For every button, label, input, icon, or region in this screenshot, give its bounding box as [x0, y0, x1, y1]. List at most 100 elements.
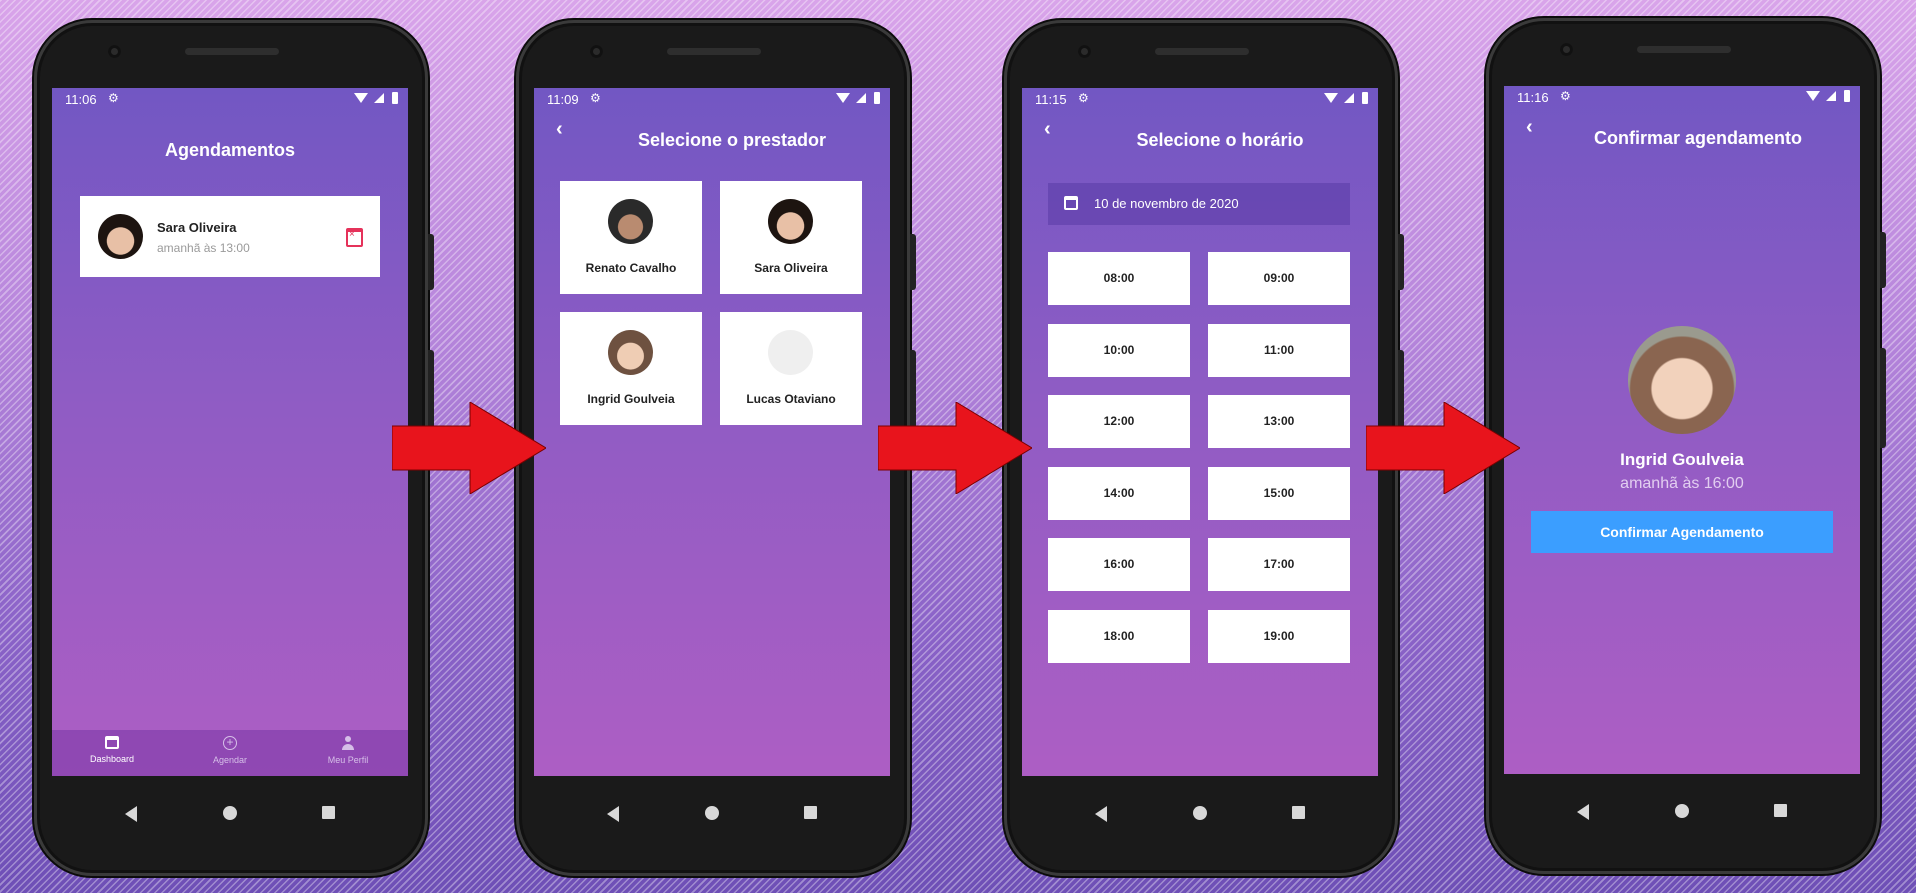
selected-date: 10 de novembro de 2020 — [1094, 196, 1239, 211]
appointment-card[interactable]: Sara Oliveira amanhã às 13:00 × — [80, 196, 380, 277]
screen-provider-select: 11:09 ⚙ ‹ Selecione o prestador Renato C… — [534, 88, 890, 776]
system-home-icon[interactable] — [705, 806, 719, 820]
front-camera — [590, 45, 603, 58]
avatar — [608, 199, 653, 244]
system-recents-icon[interactable] — [322, 806, 335, 819]
back-chevron-icon[interactable]: ‹ — [1044, 118, 1051, 141]
person-icon — [341, 736, 355, 750]
system-back-icon[interactable] — [125, 806, 137, 822]
hour-button[interactable]: 10:00 — [1048, 323, 1190, 377]
settings-gear-icon: ⚙ — [1078, 91, 1089, 105]
status-time: 11:06 — [65, 92, 97, 107]
back-chevron-icon[interactable]: ‹ — [1526, 116, 1533, 139]
hour-button[interactable]: 13:00 — [1208, 395, 1350, 448]
system-home-icon[interactable] — [1675, 804, 1689, 818]
page-title: Confirmar agendamento — [1593, 128, 1803, 148]
wifi-icon — [836, 93, 850, 103]
status-bar: 11:16 ⚙ — [1504, 86, 1860, 108]
power-button — [428, 234, 434, 290]
calendar-icon — [105, 736, 119, 749]
battery-icon — [874, 92, 880, 104]
battery-icon — [392, 92, 398, 104]
signal-icon — [374, 93, 384, 103]
system-home-icon[interactable] — [223, 806, 237, 820]
flow-arrow-icon — [392, 402, 546, 494]
page-title: Selecione o prestador — [637, 130, 827, 150]
provider-name: Lucas Otaviano — [746, 392, 836, 406]
status-bar: 11:15 ⚙ — [1022, 88, 1378, 110]
flow-arrow-icon — [878, 402, 1032, 494]
hour-button[interactable]: 17:00 — [1208, 538, 1350, 591]
screen-time-select: 11:15 ⚙ ‹ Selecione o horário 10 de nove… — [1022, 88, 1378, 776]
provider-avatar — [1628, 326, 1736, 434]
power-button — [910, 234, 916, 290]
provider-card[interactable]: Lucas Otaviano — [720, 312, 862, 425]
tab-agendar[interactable]: + Agendar — [190, 736, 270, 765]
wifi-icon — [1806, 91, 1820, 101]
provider-card[interactable]: Ingrid Goulveia — [560, 312, 702, 425]
system-back-icon[interactable] — [1095, 806, 1107, 822]
provider-name: Sara Oliveira — [754, 261, 828, 275]
hour-button[interactable]: 16:00 — [1048, 538, 1190, 591]
system-home-icon[interactable] — [1193, 806, 1207, 820]
provider-name: Ingrid Goulveia — [1620, 450, 1744, 469]
signal-icon — [856, 93, 866, 103]
battery-icon — [1844, 90, 1850, 102]
confirm-button[interactable]: Confirmar Agendamento — [1531, 511, 1833, 553]
system-back-icon[interactable] — [1577, 804, 1589, 820]
date-picker[interactable]: 10 de novembro de 2020 — [1048, 183, 1350, 225]
phone-time-select: 11:15 ⚙ ‹ Selecione o horário 10 de nove… — [1004, 20, 1404, 876]
page-title: Agendamentos — [164, 140, 296, 160]
flow-arrow-icon — [1366, 402, 1520, 494]
system-recents-icon[interactable] — [1774, 804, 1787, 817]
avatar-placeholder — [768, 330, 813, 375]
system-recents-icon[interactable] — [1292, 806, 1305, 819]
phone-dashboard: 11:06 ⚙ Agendamentos Sara Oliveira amanh… — [34, 20, 434, 876]
tab-label: Agendar — [212, 755, 248, 765]
provider-name: Renato Cavalho — [585, 261, 677, 275]
status-time: 11:15 — [1035, 92, 1067, 107]
wifi-icon — [354, 93, 368, 103]
tab-dashboard[interactable]: Dashboard — [72, 736, 152, 764]
page-title: Selecione o horário — [1136, 130, 1304, 150]
provider-card[interactable]: Sara Oliveira — [720, 181, 862, 294]
status-time: 11:09 — [547, 92, 579, 107]
avatar — [98, 214, 143, 259]
system-back-icon[interactable] — [607, 806, 619, 822]
calendar-icon — [1064, 196, 1078, 210]
bottom-tab-bar: Dashboard + Agendar Meu Perfil — [52, 730, 408, 776]
provider-card[interactable]: Renato Cavalho — [560, 181, 702, 294]
hour-button[interactable]: 15:00 — [1208, 466, 1350, 520]
appointment-time: amanhã às 13:00 — [157, 241, 250, 255]
phone-provider-select: 11:09 ⚙ ‹ Selecione o prestador Renato C… — [516, 20, 916, 876]
phone-confirm: 11:16 ⚙ ‹ Confirmar agendamento Ingrid G… — [1486, 18, 1886, 874]
front-camera — [1078, 45, 1091, 58]
status-time: 11:16 — [1517, 90, 1549, 105]
hour-button[interactable]: 14:00 — [1048, 466, 1190, 520]
tab-meu-perfil[interactable]: Meu Perfil — [308, 736, 388, 765]
status-bar: 11:06 ⚙ — [52, 88, 408, 110]
hour-button[interactable]: 09:00 — [1208, 252, 1350, 305]
tab-label: Dashboard — [89, 754, 135, 764]
settings-gear-icon: ⚙ — [108, 91, 119, 105]
screen-dashboard: 11:06 ⚙ Agendamentos Sara Oliveira amanh… — [52, 88, 408, 776]
tab-label: Meu Perfil — [327, 755, 369, 765]
wifi-icon — [1324, 93, 1338, 103]
hour-button[interactable]: 19:00 — [1208, 609, 1350, 663]
hour-button[interactable]: 12:00 — [1048, 395, 1190, 448]
settings-gear-icon: ⚙ — [1560, 89, 1571, 103]
appointment-name: Sara Oliveira — [157, 220, 237, 235]
cancel-appointment-icon[interactable]: × — [346, 228, 363, 247]
signal-icon — [1826, 91, 1836, 101]
hour-button[interactable]: 08:00 — [1048, 252, 1190, 305]
system-recents-icon[interactable] — [804, 806, 817, 819]
screen-confirm: 11:16 ⚙ ‹ Confirmar agendamento Ingrid G… — [1504, 86, 1860, 774]
hour-button[interactable]: 18:00 — [1048, 609, 1190, 663]
front-camera — [108, 45, 121, 58]
earpiece-speaker — [185, 48, 279, 55]
appointment-time: amanhã às 16:00 — [1620, 475, 1744, 492]
front-camera — [1560, 43, 1573, 56]
back-chevron-icon[interactable]: ‹ — [556, 118, 563, 141]
hour-button[interactable]: 11:00 — [1208, 323, 1350, 377]
power-button — [1398, 234, 1404, 290]
